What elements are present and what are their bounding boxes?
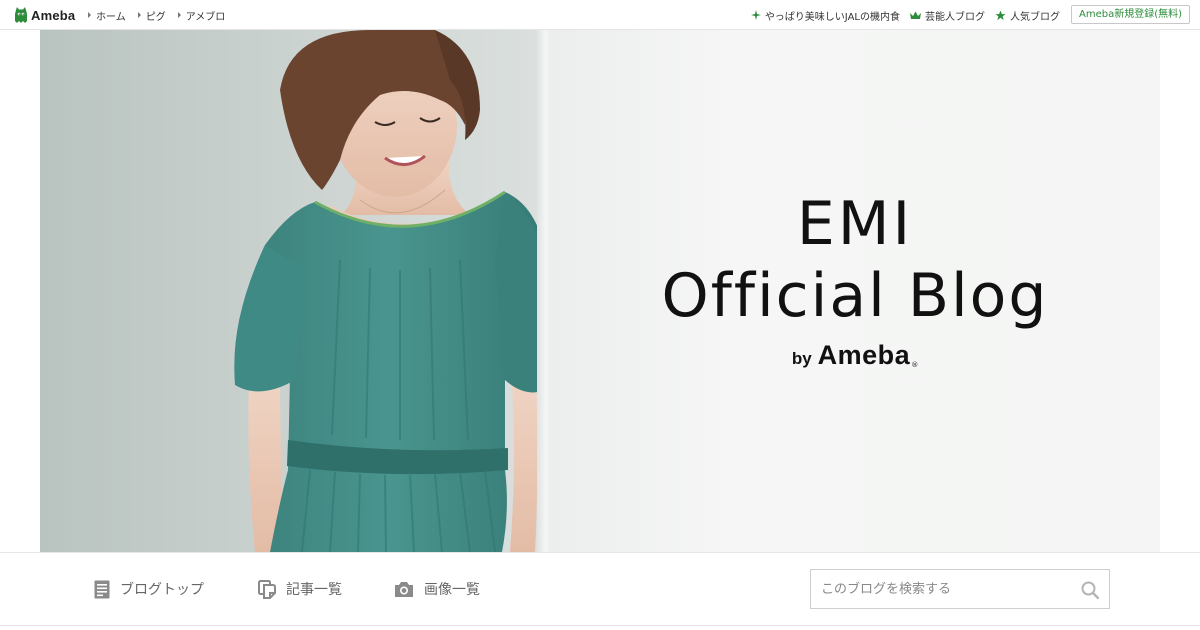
search-input[interactable] — [811, 570, 1071, 608]
celebrity-blog-link[interactable]: 芸能人ブログ — [910, 8, 985, 23]
blog-title-line2: Official Blog — [661, 261, 1049, 331]
triangle-right-icon — [137, 12, 141, 18]
popular-blog-label: 人気ブログ — [1010, 11, 1060, 23]
blog-nav: ブログトップ 記事一覧 画像一覧 — [0, 552, 1200, 626]
star-icon — [995, 9, 1006, 20]
triangle-right-icon — [88, 12, 91, 18]
celebrity-blog-label: 芸能人ブログ — [925, 11, 985, 23]
nav-pigg-link[interactable]: ピグ — [137, 8, 166, 23]
image-list-link[interactable]: 画像一覧 — [394, 578, 480, 600]
jal-meal-label: やっぱり美味しいJALの機内食 — [764, 11, 900, 23]
nav-pigg-label: ピグ — [145, 11, 166, 23]
ameba-brand: Ameba — [817, 340, 911, 370]
by-ameba-logo: by Ameba ® — [605, 340, 1105, 370]
wall-edge — [537, 30, 551, 552]
crown-icon — [910, 11, 921, 19]
triangle-right-icon — [177, 12, 181, 18]
search-button[interactable] — [1079, 579, 1101, 601]
by-label: by — [791, 349, 812, 368]
nav-ameblo-label: アメブロ — [185, 11, 226, 23]
blog-top-link[interactable]: ブログトップ — [94, 578, 204, 600]
search-icon — [1081, 581, 1099, 599]
article-list-link[interactable]: 記事一覧 — [258, 578, 342, 600]
document-icon — [94, 580, 110, 598]
image-list-label: 画像一覧 — [424, 582, 480, 598]
article-list-label: 記事一覧 — [286, 582, 342, 598]
hero-photo — [40, 30, 545, 552]
ameba-mascot-icon — [15, 7, 27, 23]
global-nav: ホーム ピグ アメブロ — [88, 0, 237, 30]
woman-portrait-illustration — [234, 30, 545, 552]
blog-title: EMI Official Blog by Ameba ® — [605, 190, 1105, 370]
nav-home-label: ホーム — [96, 11, 126, 23]
logo-text: Ameba — [31, 7, 76, 23]
ameba-logo[interactable]: Ameba — [14, 6, 75, 24]
blog-title-line1: EMI — [796, 189, 914, 259]
global-header: Ameba ホーム ピグ アメブロ やっぱり美味しいJALの機内食 芸能人ブログ… — [0, 0, 1200, 30]
popular-blog-link[interactable]: 人気ブログ — [995, 8, 1060, 23]
header-links: やっぱり美味しいJALの機内食 芸能人ブログ 人気ブログ — [741, 0, 1060, 30]
nav-ameblo-link[interactable]: アメブロ — [177, 8, 226, 23]
copy-icon — [258, 579, 276, 599]
sparkle-icon — [750, 10, 761, 20]
camera-icon — [395, 581, 413, 597]
register-button[interactable]: Ameba新規登録(無料) — [1070, 5, 1190, 24]
blog-search — [810, 569, 1110, 609]
blog-top-label: ブログトップ — [120, 582, 204, 598]
jal-meal-link[interactable]: やっぱり美味しいJALの機内食 — [750, 8, 900, 23]
nav-home-link[interactable]: ホーム — [88, 8, 126, 23]
blog-header-image: EMI Official Blog by Ameba ® — [40, 30, 1160, 552]
registered-mark: ® — [911, 361, 919, 369]
